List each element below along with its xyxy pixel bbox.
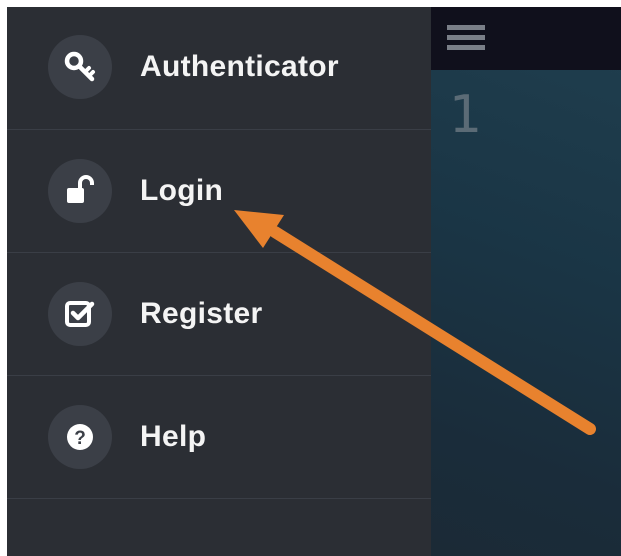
unlock-icon (48, 159, 112, 223)
navigation-drawer: Authenticator Login Register ? Help (7, 7, 431, 556)
menu-item-label: Authenticator (140, 50, 339, 83)
menu-item-label: Help (140, 420, 207, 453)
menu-item-label: Register (140, 297, 263, 330)
menu-item-authenticator[interactable]: Authenticator (7, 7, 431, 130)
hamburger-menu-icon[interactable] (447, 25, 485, 51)
menu-item-label: Login (140, 174, 224, 207)
key-icon (48, 35, 112, 99)
step-number: 1 (449, 85, 483, 145)
svg-text:?: ? (74, 428, 86, 449)
menu-item-help[interactable]: ? Help (7, 376, 431, 499)
top-bar (431, 7, 621, 70)
menu-item-login[interactable]: Login (7, 130, 431, 253)
checkbox-icon (48, 282, 112, 346)
app-screen: 1 Authenticator Login Register ? Help (7, 7, 621, 556)
menu-item-register[interactable]: Register (7, 253, 431, 376)
help-icon: ? (48, 405, 112, 469)
main-content: 1 (431, 7, 621, 556)
